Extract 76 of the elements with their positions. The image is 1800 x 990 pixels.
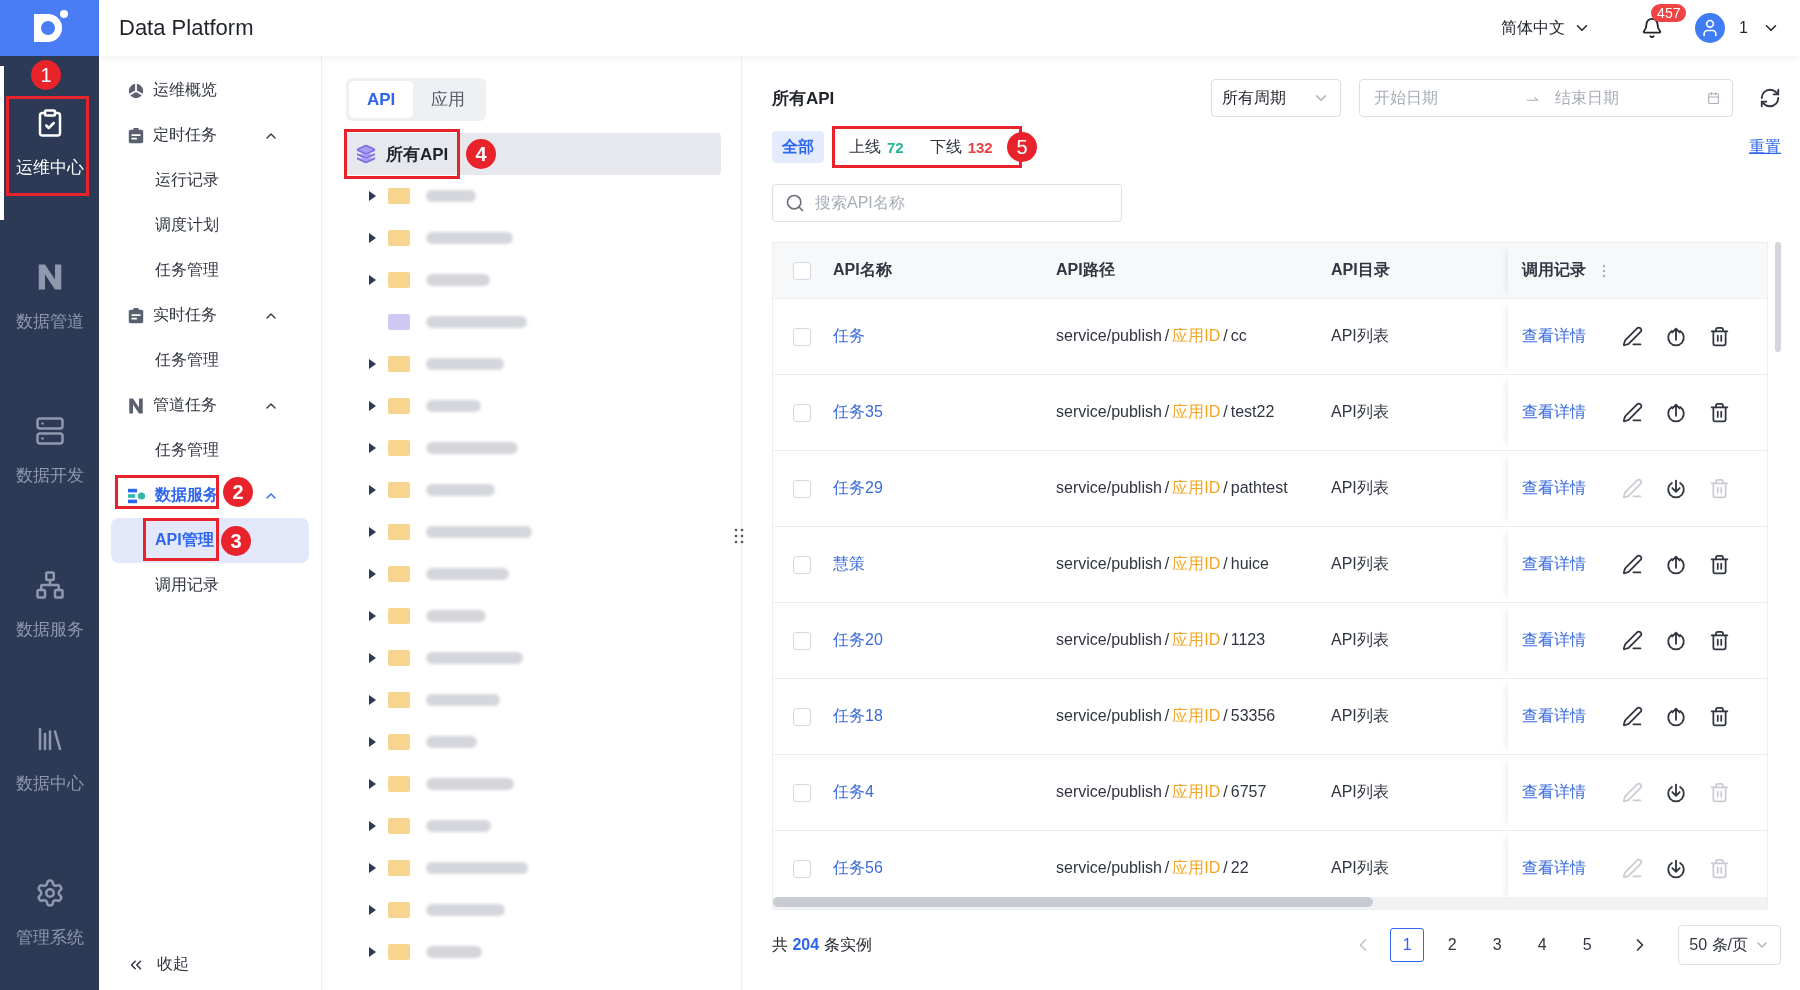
reset-link[interactable]: 重置	[1749, 136, 1781, 158]
column-header: API目录	[1331, 260, 1390, 280]
rail-item[interactable]: 数据中心	[0, 682, 99, 836]
api-directory: API列表	[1331, 478, 1389, 498]
api-name-link[interactable]: 任务35	[833, 402, 883, 423]
search-field[interactable]: 搜索API名称	[772, 184, 1122, 222]
api-path: service/publish / 应用ID / 53356	[1056, 706, 1276, 726]
api-path: service/publish / 应用ID / 1123	[1056, 630, 1266, 650]
total-count: 共 204 条实例	[772, 934, 872, 955]
api-path: service/publish / 应用ID / test22	[1056, 402, 1275, 422]
api-directory: API列表	[1331, 554, 1389, 574]
nav-item[interactable]: 任务管理	[111, 338, 309, 383]
page-size-select[interactable]: 50 条/页	[1678, 925, 1781, 965]
rail-item[interactable]: 管理系统	[0, 836, 99, 990]
callout-badge: 2	[223, 477, 253, 507]
api-path: service/publish / 应用ID / pathtest	[1056, 478, 1288, 498]
api-path: service/publish / 应用ID / 6757	[1056, 782, 1267, 802]
api-directory: API列表	[1331, 630, 1389, 650]
details-link[interactable]: 查看详情	[1522, 402, 1586, 423]
api-directory: API列表	[1331, 782, 1389, 802]
date-range-field[interactable]: 开始日期 结束日期	[1359, 79, 1733, 117]
api-directory: API列表	[1331, 402, 1389, 422]
app-title: Data Platform	[119, 15, 254, 41]
api-path: service/publish / 应用ID / huice	[1056, 554, 1269, 574]
api-name-link[interactable]: 任务56	[833, 858, 883, 879]
nav-item[interactable]: 运行记录	[111, 158, 309, 203]
notification-badge: 457	[1651, 4, 1687, 22]
details-link[interactable]: 查看详情	[1522, 326, 1586, 347]
api-name-link[interactable]: 任务20	[833, 630, 883, 651]
filter-tab[interactable]: 下线 132	[919, 131, 1003, 163]
column-header: 调用记录	[1522, 260, 1586, 280]
nav-item[interactable]: 调用记录	[111, 563, 309, 608]
tab[interactable]: 应用	[413, 81, 484, 118]
api-path: service/publish / 应用ID / 22	[1056, 858, 1249, 878]
rail-item[interactable]: 数据开发	[0, 374, 99, 528]
details-link[interactable]: 查看详情	[1522, 706, 1586, 727]
callout-badge: 4	[466, 139, 496, 169]
nav-group[interactable]: 管道任务	[111, 383, 309, 428]
details-link[interactable]: 查看详情	[1522, 630, 1586, 651]
rail-item[interactable]: 数据服务	[0, 528, 99, 682]
callout-badge: 3	[221, 526, 251, 556]
details-link[interactable]: 查看详情	[1522, 478, 1586, 499]
page-button[interactable]: 1	[1390, 928, 1425, 962]
api-name-link[interactable]: 任务4	[833, 782, 874, 803]
period-select[interactable]: 所有周期	[1211, 79, 1341, 117]
api-path: service/publish / 应用ID / cc	[1056, 326, 1247, 346]
language-select[interactable]: 简体中文	[1495, 16, 1598, 40]
details-link[interactable]: 查看详情	[1522, 858, 1586, 879]
nav-item[interactable]: 调度计划	[111, 203, 309, 248]
details-link[interactable]: 查看详情	[1522, 782, 1586, 803]
api-directory: API列表	[1331, 326, 1389, 346]
api-name-link[interactable]: 任务	[833, 326, 865, 347]
callout-badge: 1	[31, 60, 61, 90]
filter-tab[interactable]: 全部	[772, 131, 824, 163]
nav-group[interactable]: 定时任务	[111, 113, 309, 158]
tab[interactable]: API	[349, 81, 414, 118]
nav-group[interactable]: 数据服务 2	[111, 473, 309, 518]
callout-badge: 5	[1007, 132, 1037, 162]
nav-item[interactable]: 任务管理	[111, 248, 309, 293]
column-header: API名称	[833, 260, 892, 280]
api-name-link[interactable]: 任务29	[833, 478, 883, 499]
api-name-link[interactable]: 慧策	[833, 554, 865, 575]
rail-item[interactable]: 数据管道	[0, 220, 99, 374]
collapse-button[interactable]: 收起	[111, 953, 309, 976]
nav-group[interactable]: 实时任务	[111, 293, 309, 338]
api-directory: API列表	[1331, 706, 1389, 726]
nav-group[interactable]: 运维概览	[111, 68, 309, 113]
column-header: API路径	[1056, 260, 1115, 280]
nav-item[interactable]: 任务管理	[111, 428, 309, 473]
page-title: 所有API	[772, 87, 835, 110]
nav-item[interactable]: API管理 3	[111, 518, 309, 563]
filter-tab[interactable]: 上线 72	[839, 131, 914, 163]
user-name: 1	[1739, 19, 1748, 37]
details-link[interactable]: 查看详情	[1522, 554, 1586, 575]
api-name-link[interactable]: 任务18	[833, 706, 883, 727]
api-directory: API列表	[1331, 858, 1389, 878]
